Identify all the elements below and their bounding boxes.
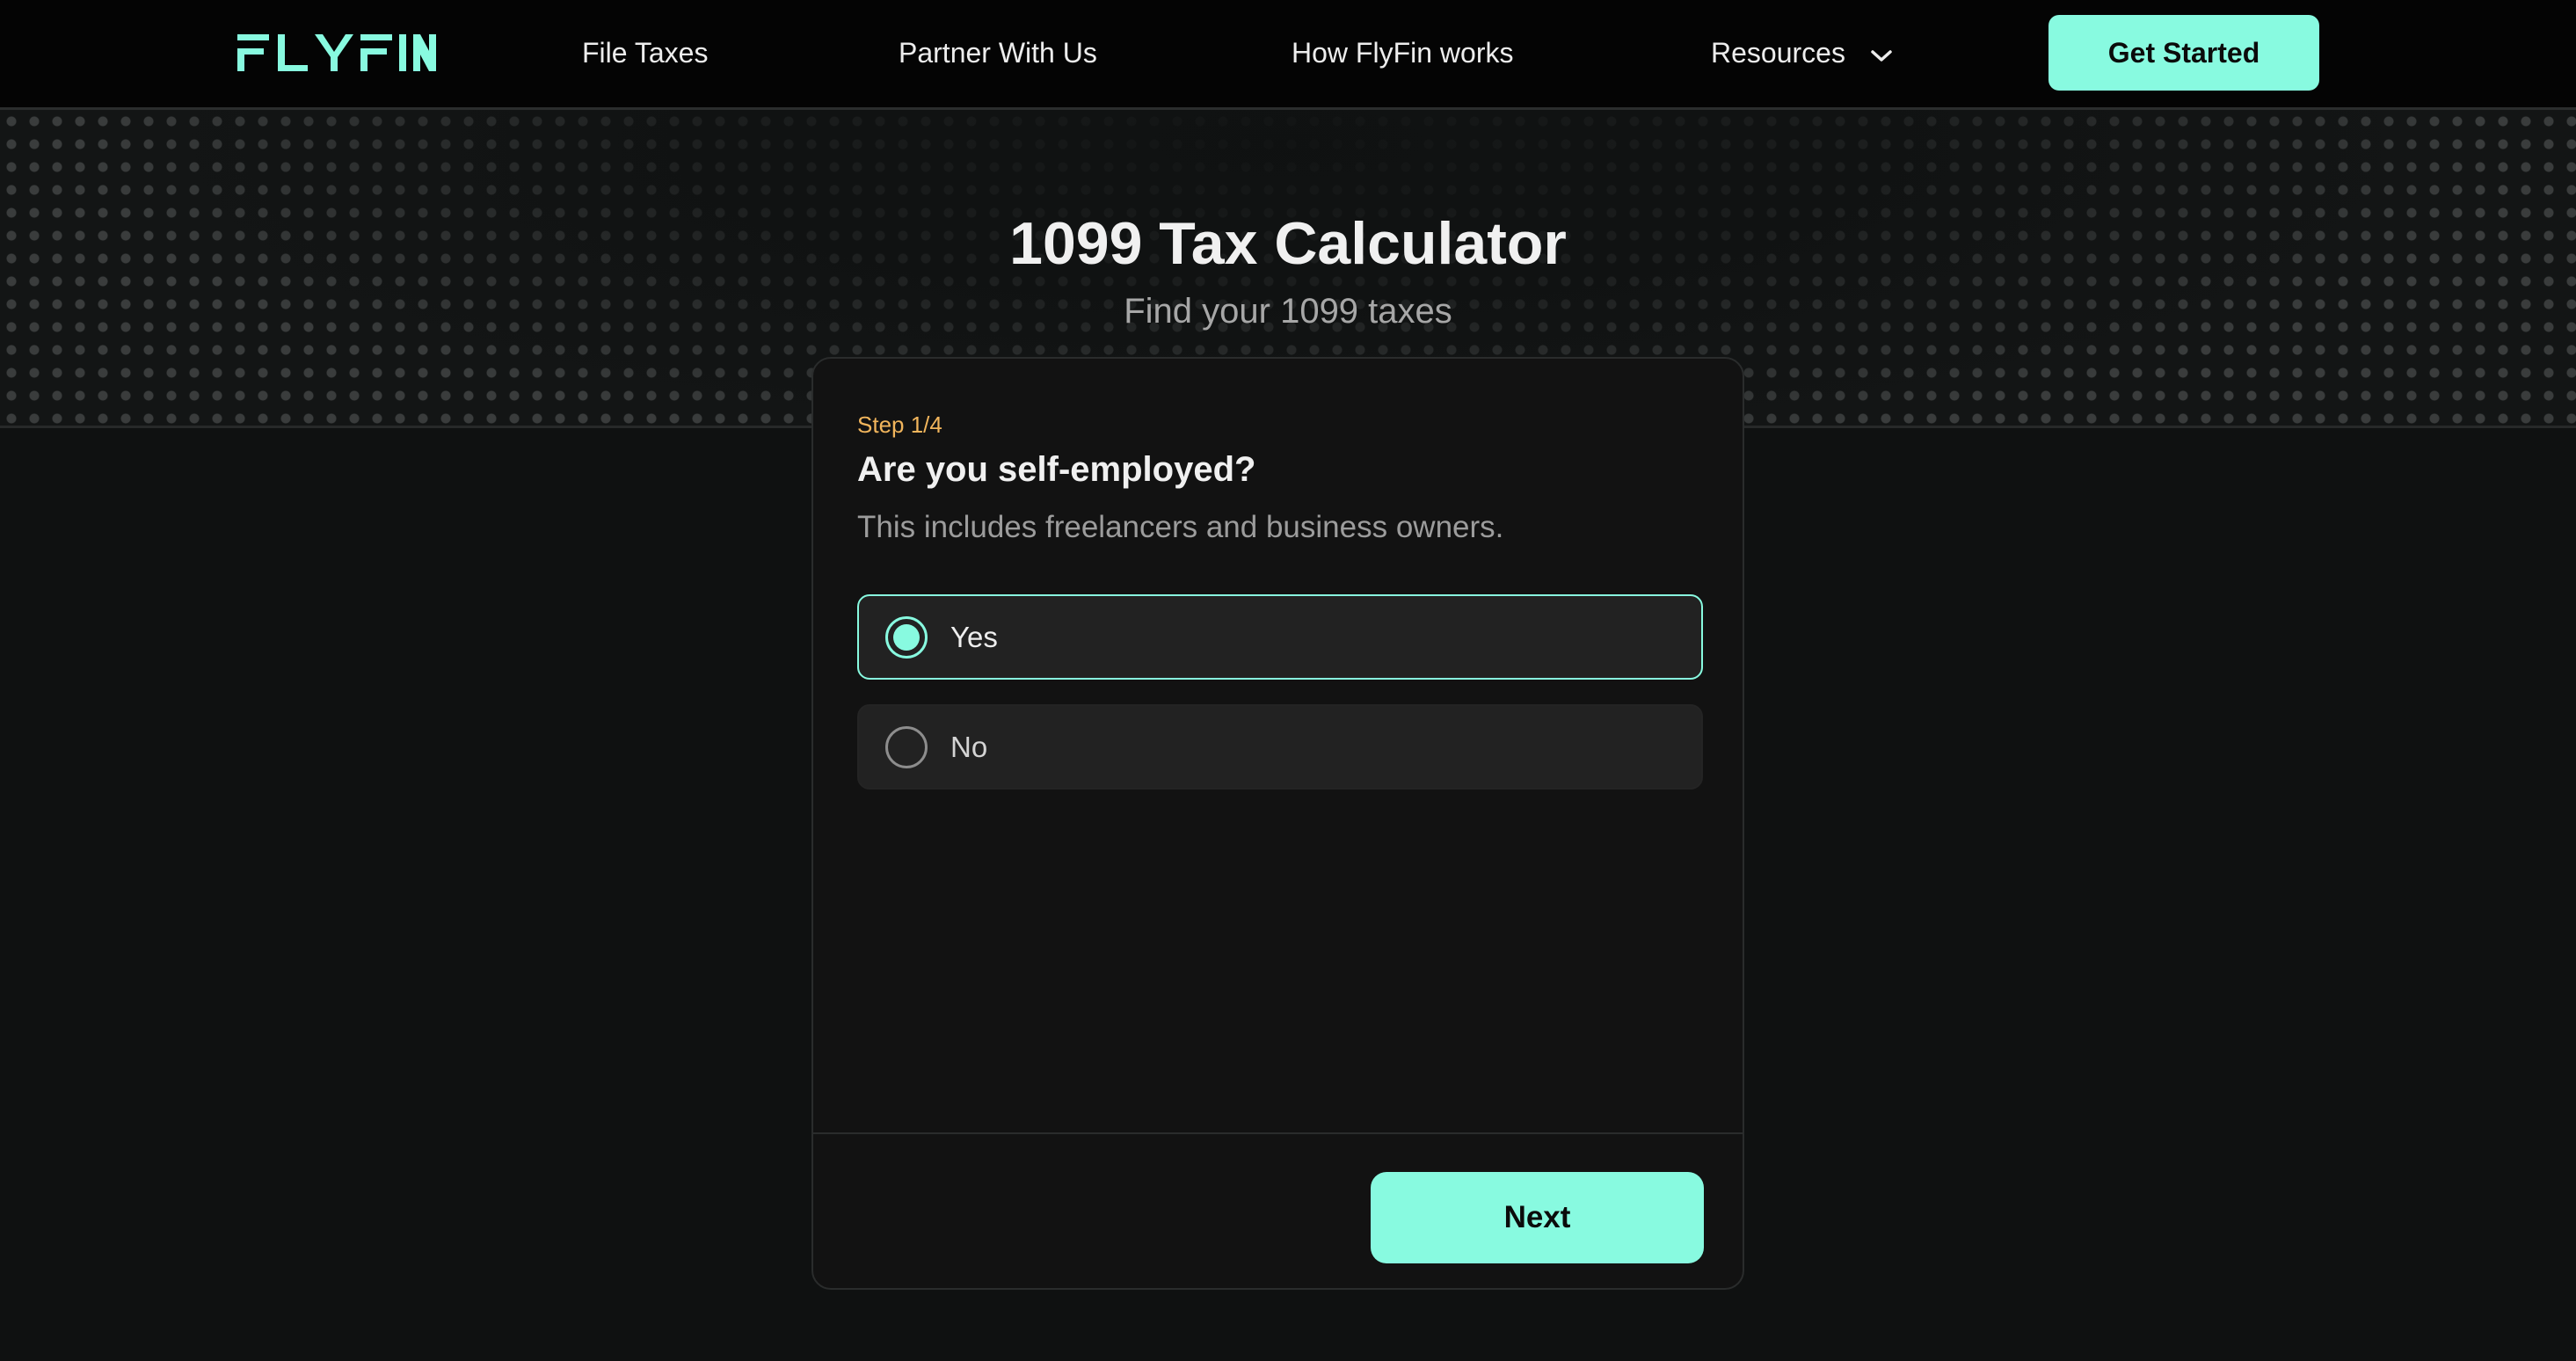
page-title: 1099 Tax Calculator [1009,210,1567,277]
option-no[interactable]: No [857,704,1703,790]
question-heading: Are you self-employed? [857,450,1256,489]
next-button[interactable]: Next [1371,1172,1704,1263]
page-subtitle: Find your 1099 taxes [1124,292,1452,331]
card-footer-divider [813,1132,1743,1134]
nav-resources-label: Resources [1711,37,1845,69]
top-navigation-bar: File Taxes Partner With Us How FlyFin wo… [0,0,2576,110]
flyfin-logo[interactable] [237,33,436,73]
radio-unselected-icon[interactable] [885,725,928,768]
radio-selected-icon[interactable] [885,615,928,659]
nav-file-taxes[interactable]: File Taxes [582,32,708,74]
chevron-down-icon [1871,49,1892,62]
calculator-question-card: Step 1/4 Are you self-employed? This inc… [811,357,1744,1290]
step-indicator: Step 1/4 [857,411,942,438]
get-started-button[interactable]: Get Started [2048,15,2319,91]
nav-resources-dropdown[interactable]: Resources [1711,32,1894,74]
nav-how-flyfin-works[interactable]: How FlyFin works [1292,32,1513,74]
option-yes[interactable]: Yes [857,594,1703,680]
option-yes-label: Yes [950,620,998,653]
nav-partner-with-us[interactable]: Partner With Us [899,32,1097,74]
radio-dot [893,623,920,651]
question-help-text: This includes freelancers and business o… [857,510,1504,544]
option-no-label: No [950,730,988,763]
